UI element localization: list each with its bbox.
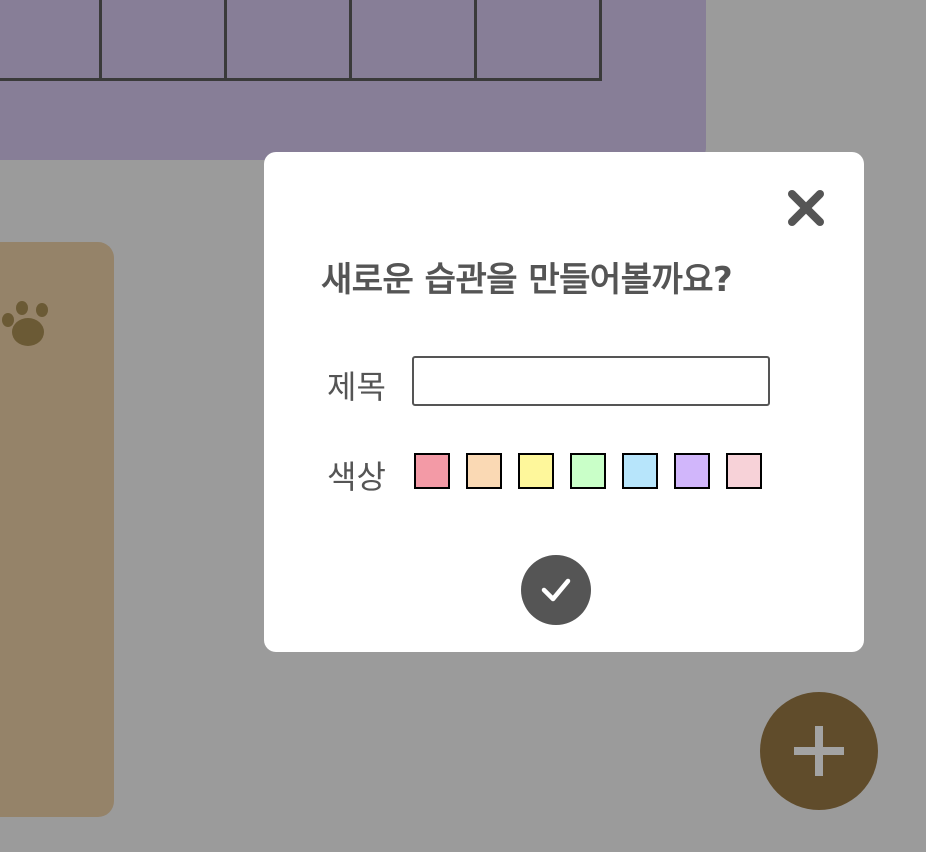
habit-grid-cell: [102, 0, 227, 78]
title-input[interactable]: [412, 356, 770, 406]
confirm-button[interactable]: [521, 555, 591, 625]
color-swatch[interactable]: [622, 453, 658, 489]
color-swatch[interactable]: [414, 453, 450, 489]
new-habit-modal: 새로운 습관을 만들어볼까요? 제목 색상: [264, 152, 864, 652]
modal-title: 새로운 습관을 만들어볼까요?: [321, 260, 733, 300]
title-label: 제목: [327, 368, 386, 406]
close-icon: [788, 190, 824, 226]
habit-grid-cell: [227, 0, 352, 78]
habit-grid-cell: [477, 0, 599, 78]
color-swatch[interactable]: [466, 453, 502, 489]
color-swatch[interactable]: [726, 453, 762, 489]
plus-icon: [794, 726, 844, 776]
close-button[interactable]: [784, 186, 828, 230]
habit-card-brown: [0, 242, 114, 817]
add-habit-button[interactable]: [760, 692, 878, 810]
habit-grid-cell: [352, 0, 477, 78]
paw-icon: [2, 301, 48, 346]
color-swatch[interactable]: [674, 453, 710, 489]
color-label: 색상: [327, 458, 386, 496]
habit-grid-cell: [0, 0, 102, 78]
check-icon: [541, 578, 571, 602]
color-swatch-list: [414, 453, 762, 489]
habit-grid: [0, 0, 602, 81]
color-swatch[interactable]: [518, 453, 554, 489]
color-swatch[interactable]: [570, 453, 606, 489]
